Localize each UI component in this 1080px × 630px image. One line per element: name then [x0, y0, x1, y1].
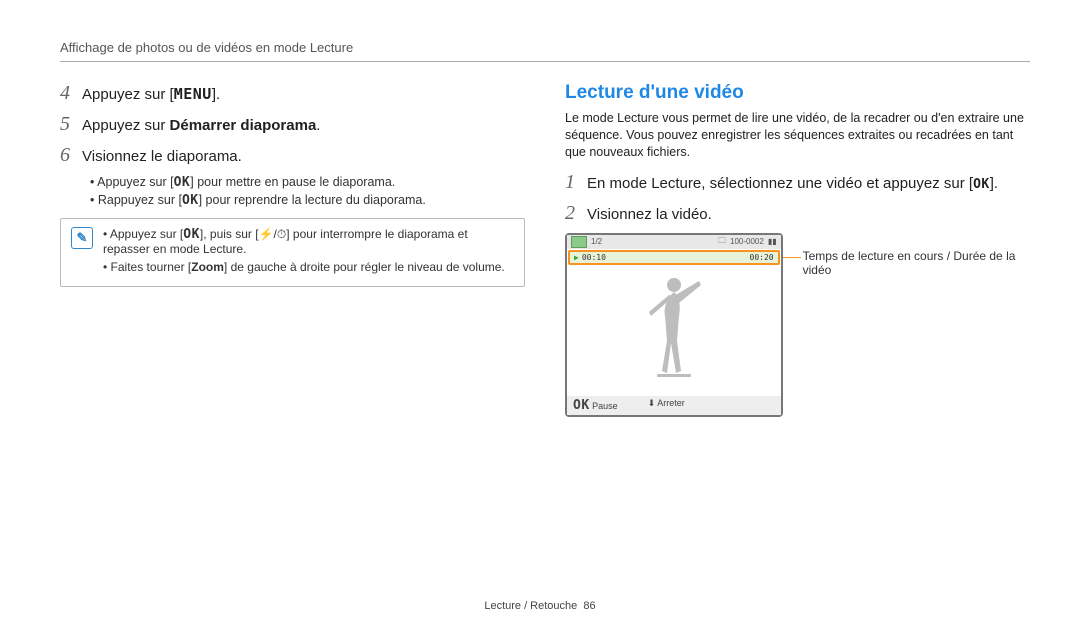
step6-sub2: Rappuyez sur [OK] pour reprendre la lect… [90, 193, 525, 208]
stop-label: Arreter [657, 398, 685, 408]
step-num-1: 1 [565, 171, 587, 194]
step-1-right: 1 En mode Lecture, sélectionnez une vidé… [565, 171, 1030, 194]
ok-key-icon: OK [973, 177, 990, 192]
sub2-b: ] pour reprendre la lecture du diaporama… [199, 193, 426, 207]
callout-text: Temps de lecture en cours / Durée de la … [803, 249, 1016, 277]
note-icon: ✎ [71, 227, 93, 249]
callout-leader-line [783, 257, 801, 258]
note1-a: Appuyez sur [ [110, 227, 183, 241]
breadcrumb: Affichage de photos ou de vidéos en mode… [60, 40, 1030, 55]
play-icon: ▶ [574, 253, 579, 262]
note2-a: Faites tourner [ [111, 260, 192, 274]
total-time: 00:20 [750, 253, 774, 262]
down-icon: ⬇ [648, 398, 656, 408]
step6-sub1: Appuyez sur [OK] pour mettre en pause le… [90, 175, 525, 190]
rstep1-b: ]. [990, 175, 998, 192]
video-playback-screenshot: 1/2 🗀 100-0002 ▮▮ ▶ 00:10 00:20 [565, 233, 783, 417]
divider [60, 61, 1030, 62]
elapsed-time: 00:10 [582, 253, 606, 262]
note-line2: Faites tourner [Zoom] de gauche à droite… [103, 260, 514, 274]
flash-icon: ⚡ [259, 227, 274, 241]
step5-bold: Démarrer diaporama [170, 117, 317, 134]
time-bar: ▶ 00:10 00:20 [568, 250, 780, 265]
menu-key-icon: MENU [174, 85, 212, 103]
ok-key-icon: OK [573, 398, 590, 413]
step4-text-a: Appuyez sur [ [82, 86, 174, 103]
step-num-4: 4 [60, 82, 82, 105]
footer-section: Lecture / Retouche [484, 600, 577, 612]
step-num-6: 6 [60, 144, 82, 167]
sub1-b: ] pour mettre en pause le diaporama. [190, 175, 395, 189]
step4-text-b: ]. [212, 86, 220, 103]
pause-label: Pause [592, 401, 618, 411]
video-counter: 1/2 [591, 237, 602, 246]
time-callout: Temps de lecture en cours / Durée de la … [793, 249, 1030, 417]
step-4: 4 Appuyez sur [MENU]. [60, 82, 525, 105]
step-num-5: 5 [60, 113, 82, 136]
note1-mid: ], puis sur [ [200, 227, 259, 241]
footer-page-number: 86 [583, 600, 595, 612]
step6-text: Visionnez le diaporama. [82, 148, 525, 165]
skater-silhouette-icon [629, 271, 719, 391]
video-section-title: Lecture d'une vidéo [565, 82, 1030, 104]
video-section-desc: Le mode Lecture vous permet de lire une … [565, 110, 1030, 161]
page-footer: Lecture / Retouche 86 [0, 600, 1080, 612]
sub1-a: Appuyez sur [ [97, 175, 173, 189]
video-frame [567, 266, 781, 396]
sub2-a: Rappuyez sur [ [98, 193, 182, 207]
step-6: 6 Visionnez le diaporama. [60, 144, 525, 167]
step-num-2: 2 [565, 202, 587, 225]
note2-b: ] de gauche à droite pour régler le nive… [224, 260, 505, 274]
step-2-right: 2 Visionnez la vidéo. [565, 202, 1030, 225]
folder-icon: 🗀 [718, 235, 726, 249]
ok-key-icon: OK [174, 175, 191, 190]
file-number: 100-0002 [730, 237, 764, 246]
ok-key-icon: OK [182, 193, 199, 208]
battery-icon: ▮▮ [768, 237, 777, 246]
ok-key-icon: OK [183, 227, 200, 242]
thumbnail-icon [571, 236, 587, 248]
timer-icon: ⏱ [277, 227, 286, 241]
step5-text-a: Appuyez sur [82, 117, 170, 134]
step5-text-b: . [316, 117, 320, 134]
rstep2-text: Visionnez la vidéo. [587, 206, 1030, 223]
step-5: 5 Appuyez sur Démarrer diaporama. [60, 113, 525, 136]
note-box: ✎ Appuyez sur [OK], puis sur [⚡/⏱] pour … [60, 218, 525, 287]
rstep1-a: En mode Lecture, sélectionnez une vidéo … [587, 175, 973, 192]
note-line1: Appuyez sur [OK], puis sur [⚡/⏱] pour in… [103, 227, 514, 256]
zoom-control: Zoom [191, 260, 224, 274]
